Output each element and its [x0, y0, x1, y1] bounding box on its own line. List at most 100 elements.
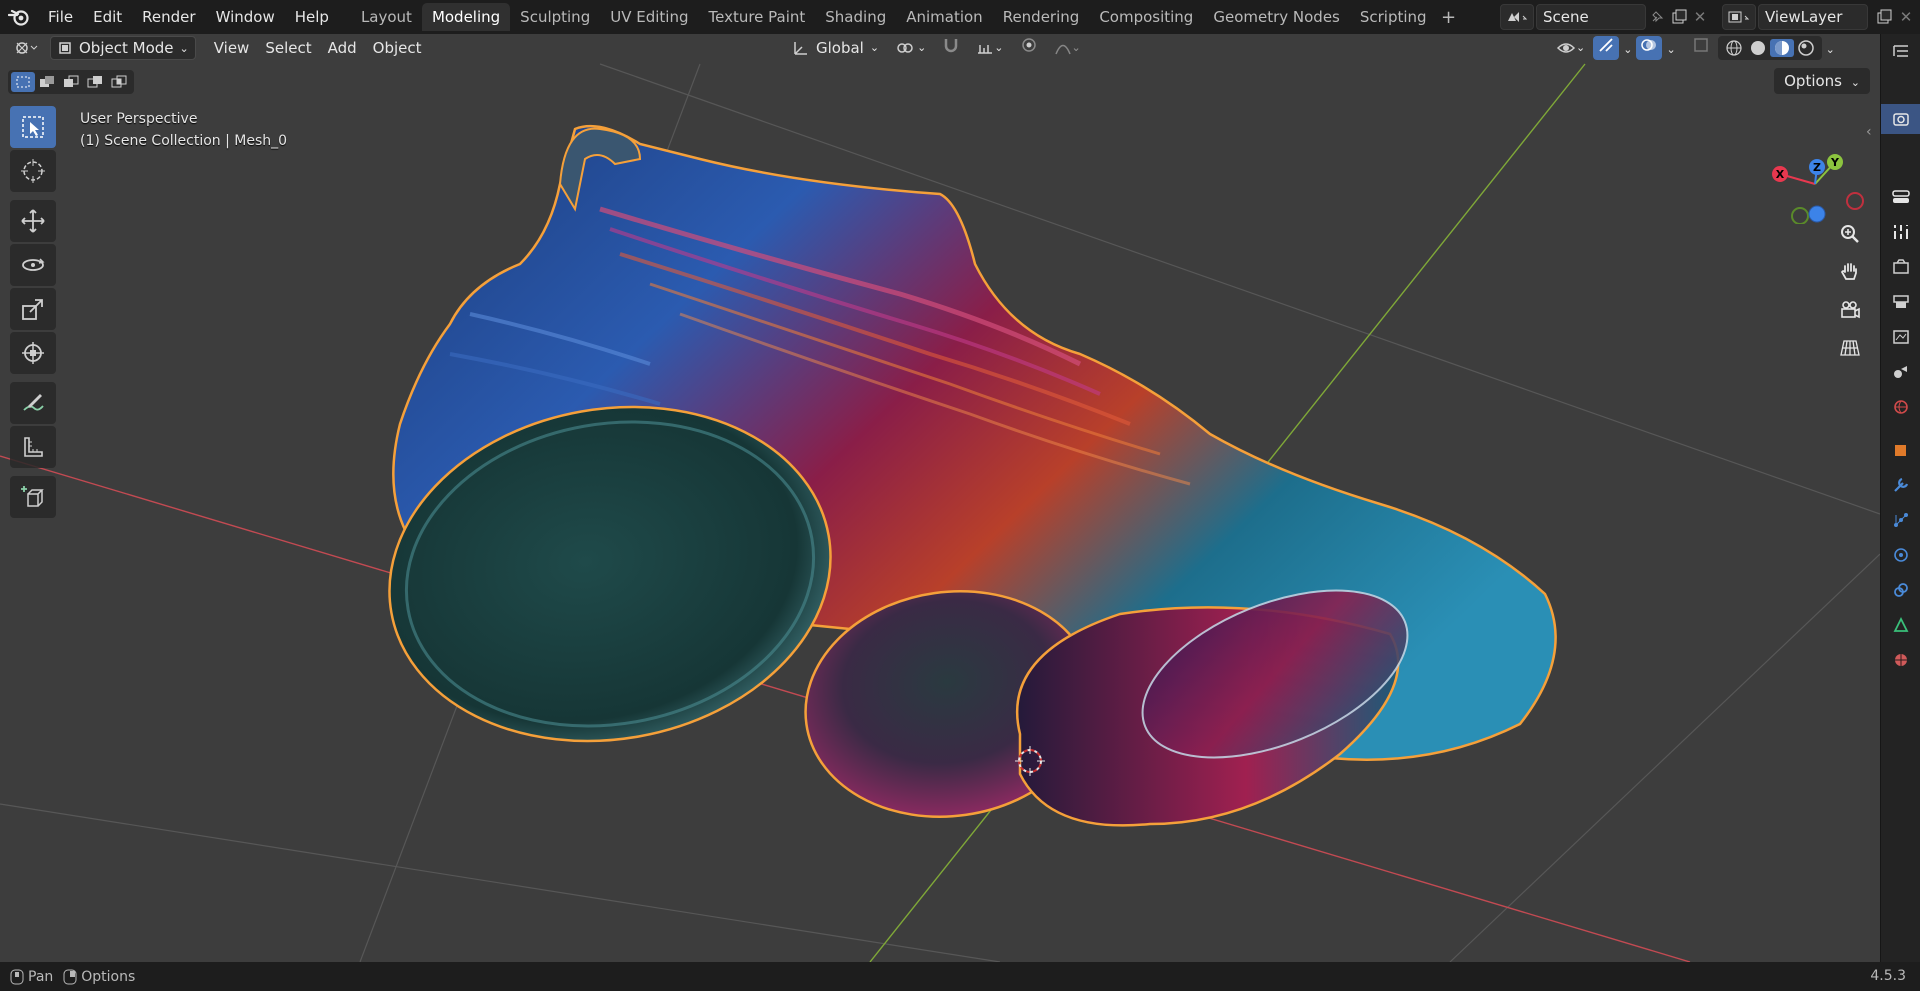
snap-toggle[interactable]	[934, 36, 968, 60]
overlay-toggle[interactable]	[1636, 36, 1663, 60]
menu-window[interactable]: Window	[206, 4, 285, 30]
gizmo-toggle[interactable]	[1593, 36, 1620, 60]
viewlayer-type-button[interactable]	[1722, 3, 1756, 30]
solid-shading-icon[interactable]	[1746, 39, 1770, 57]
tab-modeling[interactable]: Modeling	[421, 3, 511, 31]
menu-select[interactable]: Select	[257, 36, 319, 60]
orientation-dropdown[interactable]: Global ⌄	[784, 36, 887, 60]
menu-help[interactable]: Help	[285, 4, 339, 30]
tab-compositing[interactable]: Compositing	[1089, 3, 1203, 31]
constraints-icon[interactable]	[1881, 572, 1920, 607]
settings-tool-icon[interactable]	[1881, 214, 1920, 249]
viewlayer-name-field[interactable]: ViewLayer	[1758, 3, 1868, 30]
particles-icon[interactable]	[1881, 502, 1920, 537]
falloff-dropdown[interactable]: ⌄	[1046, 36, 1089, 60]
outliner-icon[interactable]	[1881, 34, 1920, 70]
grid-perspective-icon[interactable]	[1832, 330, 1868, 366]
tab-shading[interactable]: Shading	[815, 3, 896, 31]
navigation-gizmo[interactable]: X Y Z	[1760, 124, 1870, 224]
chevron-down-icon: ⌄	[179, 41, 189, 55]
delete-viewlayer-icon[interactable]: ✕	[1896, 8, 1916, 26]
scene-icon	[1508, 11, 1528, 22]
orientation-label: Global	[816, 39, 864, 57]
object-icon[interactable]	[1881, 432, 1920, 467]
overlay-dropdown[interactable]: ⌄	[1662, 36, 1679, 60]
rotate-icon[interactable]	[10, 244, 56, 286]
view-navigation	[1832, 216, 1870, 368]
3d-viewport[interactable]: Object Mode ⌄ View Select Add Object Glo…	[0, 34, 1880, 962]
tab-geometry-nodes[interactable]: Geometry Nodes	[1203, 3, 1350, 31]
move-icon[interactable]	[10, 200, 56, 242]
menu-add[interactable]: Add	[320, 36, 365, 60]
material-icon[interactable]	[1881, 642, 1920, 677]
view-layer-icon[interactable]	[1881, 319, 1920, 354]
select-invert-icon[interactable]	[83, 72, 107, 92]
scene-name-field[interactable]: Scene	[1536, 3, 1646, 30]
tab-layout[interactable]: Layout	[351, 3, 422, 31]
select-extend-icon[interactable]	[35, 72, 59, 92]
wireframe-shading-icon[interactable]	[1722, 39, 1746, 57]
render-icon[interactable]	[1881, 249, 1920, 284]
options-dropdown[interactable]: Options ⌄	[1774, 68, 1870, 94]
select-new-icon[interactable]	[11, 72, 35, 92]
snap-increment-icon	[978, 45, 993, 54]
collapse-sidebar-icon[interactable]: ‹	[1866, 124, 1872, 140]
select-subtract-icon[interactable]	[59, 72, 83, 92]
proportional-edit-toggle[interactable]	[1012, 36, 1046, 60]
modifier-icon[interactable]	[1881, 467, 1920, 502]
snap-target-dropdown[interactable]: ⌄	[968, 36, 1011, 60]
mode-dropdown[interactable]: Object Mode ⌄	[50, 36, 196, 60]
tab-rendering[interactable]: Rendering	[993, 3, 1090, 31]
pivot-dropdown[interactable]: ⌄	[887, 36, 934, 60]
selection-mode-buttons	[8, 70, 134, 94]
editor-type-button[interactable]	[6, 36, 46, 60]
tab-sculpting[interactable]: Sculpting	[510, 3, 600, 31]
transform-icon[interactable]	[10, 332, 56, 374]
xray-toggle[interactable]	[1688, 36, 1714, 60]
magnet-icon	[945, 39, 958, 53]
physics-icon[interactable]	[1881, 537, 1920, 572]
output-icon[interactable]	[1881, 284, 1920, 319]
camera-icon[interactable]	[1832, 292, 1868, 328]
tool-icon[interactable]	[1881, 179, 1920, 214]
shading-modes	[1717, 36, 1822, 60]
shading-dropdown[interactable]: ⌄	[1822, 36, 1839, 60]
visibility-dropdown[interactable]: ⌄	[1552, 36, 1589, 60]
gizmo-dropdown[interactable]: ⌄	[1619, 36, 1636, 60]
falloff-icon	[1054, 44, 1071, 55]
blender-logo-icon[interactable]	[0, 0, 38, 34]
menu-view[interactable]: View	[206, 36, 258, 60]
pin-icon[interactable]	[1646, 10, 1668, 24]
add-workspace-button[interactable]: +	[1437, 7, 1461, 28]
select-intersect-icon[interactable]	[107, 72, 131, 92]
tab-animation[interactable]: Animation	[896, 3, 992, 31]
scene-icon[interactable]	[1881, 354, 1920, 389]
menu-edit[interactable]: Edit	[83, 4, 132, 30]
menu-object[interactable]: Object	[365, 36, 430, 60]
menu-render[interactable]: Render	[132, 4, 205, 30]
cursor-icon[interactable]	[10, 150, 56, 192]
annotate-icon[interactable]	[10, 382, 56, 424]
chevron-down-icon: ⌄	[1666, 43, 1676, 56]
chevron-down-icon: ⌄	[869, 41, 880, 54]
delete-scene-icon[interactable]: ✕	[1690, 8, 1710, 26]
tab-scripting[interactable]: Scripting	[1350, 3, 1437, 31]
render-camera-icon[interactable]	[1881, 104, 1920, 134]
pan-hand-icon[interactable]	[1832, 254, 1868, 290]
scale-icon[interactable]	[10, 288, 56, 330]
new-viewlayer-icon[interactable]	[1872, 9, 1896, 25]
add-cube-icon[interactable]	[10, 476, 56, 518]
world-icon[interactable]	[1881, 389, 1920, 424]
zoom-icon[interactable]	[1832, 216, 1868, 252]
select-box-icon[interactable]	[10, 106, 56, 148]
rendered-shading-icon[interactable]	[1794, 39, 1818, 57]
scene-type-button[interactable]	[1500, 3, 1534, 30]
data-icon[interactable]	[1881, 607, 1920, 642]
menu-file[interactable]: File	[38, 4, 83, 30]
tab-uv-editing[interactable]: UV Editing	[600, 3, 698, 31]
new-scene-icon[interactable]	[1668, 9, 1690, 25]
material-shading-icon[interactable]	[1769, 39, 1794, 57]
tab-texture-paint[interactable]: Texture Paint	[698, 3, 815, 31]
object-mode-icon	[59, 42, 71, 54]
measure-icon[interactable]	[10, 426, 56, 468]
